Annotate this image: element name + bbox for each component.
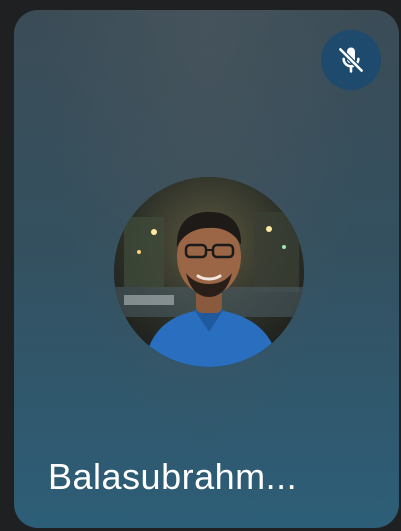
participant-name: Balasubrahm... — [48, 456, 298, 497]
mute-indicator — [321, 30, 381, 90]
participant-avatar — [114, 177, 304, 367]
avatar-photo — [114, 177, 304, 367]
microphone-off-icon — [337, 46, 365, 74]
participant-tile[interactable]: Balasubrahm... — [14, 10, 399, 528]
